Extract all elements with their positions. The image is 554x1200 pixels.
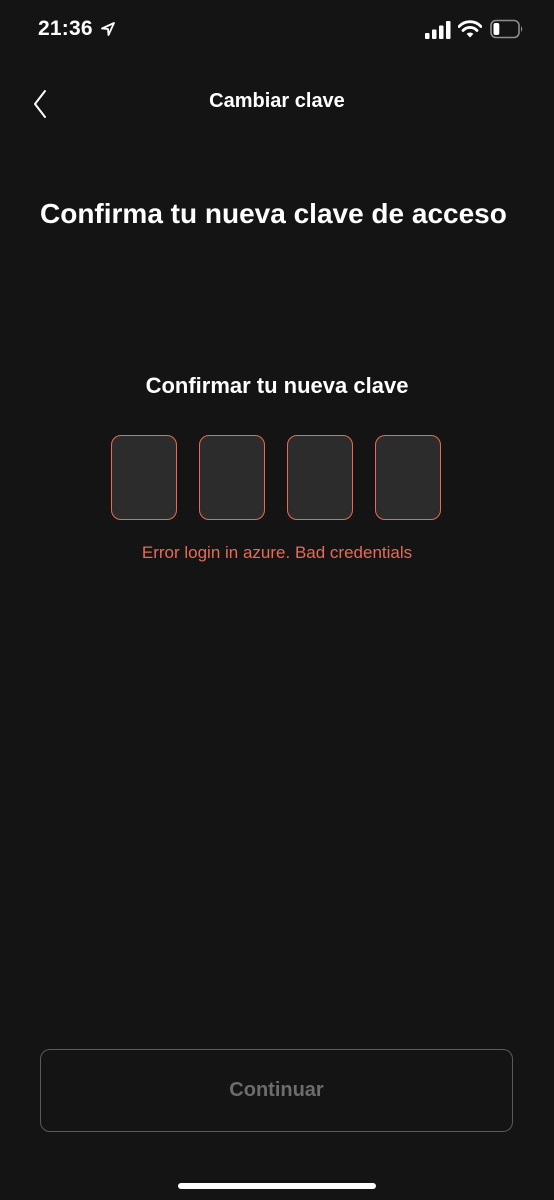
- nav-title: Cambiar clave: [209, 90, 345, 112]
- error-message: Error login in azure. Bad credentials: [141, 543, 413, 562]
- wifi-icon: [458, 20, 482, 38]
- page-heading: Confirma tu nueva clave de acceso: [40, 198, 507, 229]
- status-bar: 21:36: [0, 0, 554, 60]
- battery-icon: [490, 19, 523, 39]
- home-indicator: [178, 1183, 376, 1189]
- pin-digit-4[interactable]: [375, 435, 441, 520]
- pin-label: Confirmar tu nueva clave: [145, 373, 409, 398]
- pin-digit-3[interactable]: [287, 435, 353, 520]
- continue-button[interactable]: Continuar: [40, 1049, 513, 1132]
- status-time: 21:36: [38, 17, 93, 40]
- pin-digit-1[interactable]: [111, 435, 177, 520]
- pin-digit-2[interactable]: [199, 435, 265, 520]
- location-arrow-icon: [101, 22, 115, 36]
- cellular-signal-icon: [425, 21, 451, 39]
